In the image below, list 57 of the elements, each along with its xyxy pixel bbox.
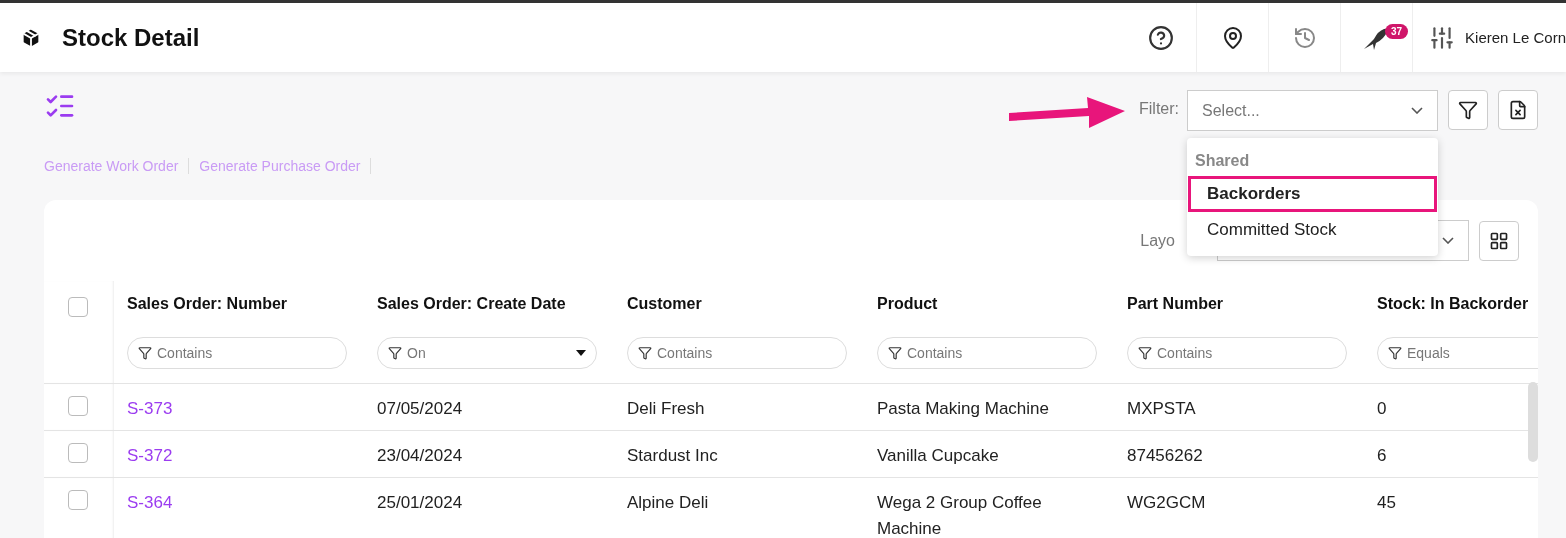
filter-select[interactable]: Select... bbox=[1187, 90, 1438, 131]
funnel-icon bbox=[1458, 100, 1478, 120]
column-header[interactable]: Sales Order: Create Date bbox=[377, 295, 614, 313]
funnel-icon bbox=[1388, 346, 1402, 360]
table-cell: 87456262 bbox=[1127, 446, 1203, 465]
funnel-icon bbox=[138, 346, 152, 360]
column-header[interactable]: Customer bbox=[627, 295, 864, 313]
spreadsheet-file-icon bbox=[1508, 100, 1528, 120]
table-cell: 25/01/2024 bbox=[377, 493, 463, 512]
scrollbar[interactable] bbox=[1528, 382, 1538, 462]
table-cell: 23/04/2024 bbox=[377, 446, 463, 465]
funnel-icon bbox=[638, 346, 652, 360]
help-icon[interactable] bbox=[1147, 24, 1174, 51]
chevron-icon bbox=[1442, 237, 1454, 244]
table-cell: 6 bbox=[1377, 446, 1387, 465]
page-title: Stock Detail bbox=[62, 23, 200, 52]
column-header[interactable]: Sales Order: Number bbox=[127, 295, 364, 313]
column-header[interactable]: Stock: In Backorder bbox=[1377, 295, 1538, 313]
layout-label: Layo bbox=[1140, 231, 1175, 250]
box-icon bbox=[20, 26, 42, 49]
table-cell: 0 bbox=[1377, 399, 1387, 418]
table-cell: 07/05/2024 bbox=[377, 399, 463, 418]
funnel-icon bbox=[1138, 346, 1152, 360]
history-icon[interactable] bbox=[1292, 25, 1317, 50]
chevron-icon bbox=[1411, 107, 1423, 114]
row-checkbox[interactable] bbox=[68, 490, 88, 510]
notification-badge: 37 bbox=[1384, 24, 1409, 39]
funnel-icon bbox=[388, 346, 402, 360]
order-link[interactable]: S-372 bbox=[127, 446, 173, 465]
table-cell: 45 bbox=[1377, 493, 1396, 512]
layout-grid-button[interactable] bbox=[1479, 220, 1519, 261]
select-all-checkbox[interactable] bbox=[68, 297, 88, 317]
table-cell: Wega 2 Group Coffee Machine bbox=[877, 493, 1042, 538]
table-cell: Deli Fresh bbox=[627, 399, 705, 418]
table-cell: Pasta Making Machine bbox=[877, 399, 1049, 418]
row-checkbox[interactable] bbox=[68, 443, 88, 463]
dropdown-option[interactable]: Backorders bbox=[1188, 176, 1437, 212]
column-header[interactable]: Product bbox=[877, 295, 1114, 313]
caret-icon bbox=[576, 350, 586, 356]
table-cell: Alpine Deli bbox=[627, 493, 709, 512]
sliders-icon[interactable] bbox=[1429, 24, 1456, 51]
filter-label: Filter: bbox=[1139, 100, 1179, 118]
table-cell: Stardust Inc bbox=[627, 446, 718, 465]
user-name[interactable]: Kieren Le Corn bbox=[1465, 29, 1566, 46]
table-cell: Vanilla Cupcake bbox=[877, 446, 999, 465]
order-link[interactable]: S-373 bbox=[127, 399, 173, 418]
funnel-icon bbox=[888, 346, 902, 360]
dropdown-option[interactable]: Committed Stock bbox=[1188, 212, 1437, 248]
dropdown-group-label: Shared bbox=[1194, 151, 1251, 171]
order-link[interactable]: S-364 bbox=[127, 493, 173, 512]
export-excel-button[interactable] bbox=[1498, 90, 1538, 130]
filter-button[interactable] bbox=[1448, 90, 1488, 130]
column-header[interactable]: Part Number bbox=[1127, 295, 1364, 313]
table-cell: WG2GCM bbox=[1127, 493, 1206, 512]
row-checkbox[interactable] bbox=[68, 396, 88, 416]
table-cell: MXPSTA bbox=[1127, 399, 1196, 418]
grid-icon bbox=[1489, 230, 1509, 251]
